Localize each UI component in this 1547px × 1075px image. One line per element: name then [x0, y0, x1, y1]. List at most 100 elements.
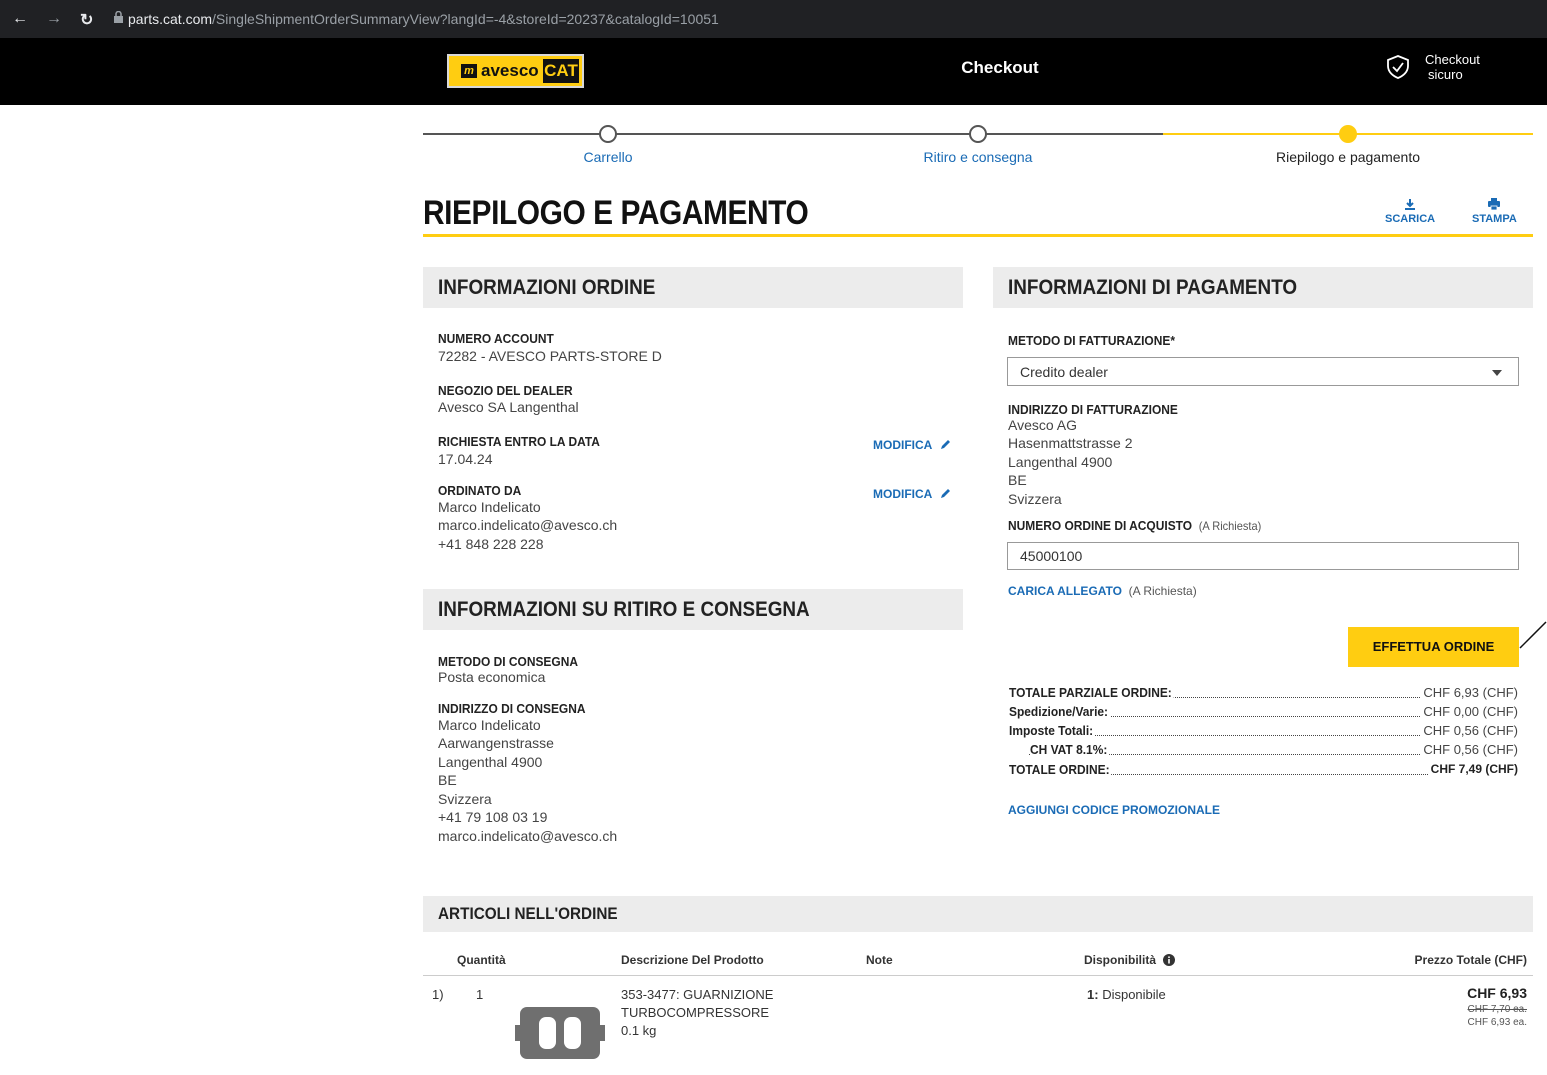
back-icon[interactable]: ← [12, 10, 28, 28]
product-name-line-2: TURBOCOMPRESSORE [621, 1005, 770, 1020]
place-order-button[interactable]: EFFETTUA ORDINE [1348, 627, 1519, 667]
date-value: 17.04.24 [438, 451, 493, 467]
step-dot-cart[interactable] [599, 125, 617, 143]
logo-text: avesco [481, 61, 539, 80]
print-button[interactable]: STAMPA [1472, 198, 1517, 225]
step-dot-delivery[interactable] [969, 125, 987, 143]
chevron-down-icon [1492, 370, 1502, 376]
totals-row-shipping: Spedizione/Varie: CHF 0,00 (CHF) [1009, 704, 1518, 720]
step-label-summary: Riepilogo e pagamento [1276, 149, 1420, 165]
account-value: 72282 - AVESCO PARTS-STORE D [438, 348, 662, 364]
attachment-optional-note: (A Richiesta) [1128, 584, 1197, 598]
print-label: STAMPA [1472, 213, 1517, 225]
step-label-delivery[interactable]: Ritiro e consegna [898, 149, 1058, 165]
totals-row-vat: CH VAT 8.1%: CHF 0,56 (CHF) [1009, 742, 1518, 758]
browser-toolbar: ← → ↻ parts.cat.com/SingleShipmentOrderS… [0, 0, 1547, 38]
logo-mark-icon: m [461, 64, 477, 78]
ordered-by-email: marco.indelicato@avesco.ch [438, 517, 618, 533]
step-dot-summary [1339, 125, 1357, 143]
pencil-icon [941, 440, 951, 449]
address-bar[interactable]: parts.cat.com/SingleShipmentOrderSummary… [128, 11, 719, 27]
billing-method-value: Credito dealer [1020, 364, 1108, 380]
totals-row-order-total: TOTALE ORDINE: CHF 7,49 (CHF) [1009, 762, 1518, 778]
totals-value: CHF 0,56 (CHF) [1420, 742, 1518, 757]
edit-date-label: MODIFICA [873, 438, 932, 452]
edit-orderer-button[interactable]: MODIFICA [873, 487, 952, 501]
totals-value: CHF 6,93 (CHF) [1420, 685, 1518, 700]
page-title: RIEPILOGO E PAGAMENTO [423, 194, 809, 232]
billing-address-label: INDIRIZZO DI FATTURAZIONE [1008, 402, 1178, 417]
totals-label: Spedizione/Varie: [1009, 704, 1110, 719]
forward-icon[interactable]: → [46, 10, 62, 28]
po-number-label: NUMERO ORDINE DI ACQUISTO (A Richiesta) [1008, 518, 1261, 533]
ordered-by-name: Marco Indelicato [438, 499, 541, 515]
items-header: ARTICOLI NELL'ORDINE [423, 896, 1533, 932]
info-icon[interactable] [1163, 954, 1176, 966]
totals-label: TOTALE ORDINE: [1009, 762, 1112, 777]
col-availability-label: Disponibilità [1084, 953, 1156, 967]
product-image[interactable] [515, 1005, 605, 1061]
totals-row-taxes: Imposte Totali: CHF 0,56 (CHF) [1009, 723, 1518, 739]
edit-orderer-label: MODIFICA [873, 487, 932, 501]
lock-icon [114, 11, 123, 23]
edit-date-button[interactable]: MODIFICA [873, 438, 952, 452]
billing-address-line-2: Hasenmattstrasse 2 [1008, 435, 1133, 451]
billing-method-select[interactable]: Credito dealer [1007, 357, 1519, 386]
totals-row-subtotal: TOTALE PARZIALE ORDINE: CHF 6,93 (CHF) [1009, 685, 1518, 701]
col-quantity: Quantità [457, 953, 506, 967]
delivery-method-value: Posta economica [438, 669, 546, 685]
availability-status: Disponibile [1102, 987, 1166, 1002]
delivery-address-line-5: Svizzera [438, 791, 492, 807]
delivery-address-line-1: Marco Indelicato [438, 717, 541, 733]
delivery-info-header: INFORMAZIONI SU RITIRO E CONSEGNA [423, 589, 963, 630]
delivery-address-line-4: BE [438, 772, 457, 788]
avesco-cat-logo[interactable]: m avesco CAT [447, 54, 584, 88]
row-index: 1) [432, 987, 444, 1002]
upload-attachment-label[interactable]: CARICA ALLEGATO [1008, 584, 1122, 598]
row-quantity: 1 [476, 987, 484, 1002]
dealer-value: Avesco SA Langenthal [438, 399, 579, 415]
po-number-input[interactable] [1007, 542, 1519, 570]
order-info-header: INFORMAZIONI ORDINE [423, 267, 963, 308]
availability: 1: Disponibile [1087, 987, 1166, 1002]
billing-address-line-5: Svizzera [1008, 491, 1062, 507]
header-title: Checkout [961, 58, 1039, 77]
download-label: SCARICA [1385, 213, 1436, 225]
add-promo-code-link[interactable]: AGGIUNGI CODICE PROMOZIONALE [1008, 803, 1220, 817]
billing-method-label: METODO DI FATTURAZIONE* [1008, 333, 1176, 348]
delivery-address-label: INDIRIZZO DI CONSEGNA [438, 701, 586, 716]
reload-icon[interactable]: ↻ [80, 10, 93, 30]
unit-price: CHF 6,93 ea. [1467, 1017, 1527, 1028]
col-total-price: Prezzo Totale (CHF) [1414, 953, 1527, 967]
totals-label: TOTALE PARZIALE ORDINE: [1009, 685, 1174, 700]
totals-value: CHF 7,49 (CHF) [1427, 762, 1518, 776]
pencil-icon [941, 489, 951, 498]
price-block: CHF 6,93 CHF 7,70 ea. CHF 6,93 ea. [1467, 985, 1527, 1028]
print-icon [1488, 198, 1501, 210]
po-number-label-text: NUMERO ORDINE DI ACQUISTO [1008, 518, 1193, 533]
product-description[interactable]: 353-3477: GUARNIZIONE TURBOCOMPRESSORE 0… [621, 986, 773, 1040]
delivery-method-label: METODO DI CONSEGNA [438, 654, 578, 669]
stepper-line-done [423, 133, 1173, 135]
ordered-by-phone: +41 848 228 228 [438, 536, 544, 552]
billing-address-line-1: Avesco AG [1008, 417, 1078, 433]
date-label: RICHIESTA ENTRO LA DATA [438, 434, 600, 449]
shield-check-icon [1387, 55, 1409, 79]
annotation-arrow-line [1519, 621, 1547, 649]
url-path: /SingleShipmentOrderSummaryView?langId=-… [212, 11, 719, 27]
payment-info-header: INFORMAZIONI DI PAGAMENTO [993, 267, 1533, 308]
payment-info-heading: INFORMAZIONI DI PAGAMENTO [1008, 276, 1298, 299]
col-description: Descrizione Del Prodotto [621, 953, 764, 967]
old-unit-price: CHF 7,70 ea. [1467, 1004, 1527, 1015]
items-heading: ARTICOLI NELL'ORDINE [438, 904, 618, 923]
download-button[interactable]: SCARICA [1385, 198, 1435, 225]
dealer-label: NEGOZIO DEL DEALER [438, 383, 573, 398]
ordered-by-label: ORDINATO DA [438, 483, 522, 498]
col-availability: Disponibilità [1084, 953, 1176, 967]
site-header: m avesco CAT Checkout Checkout sicuro [0, 38, 1547, 105]
billing-address-line-4: BE [1008, 472, 1027, 488]
step-label-cart[interactable]: Carrello [528, 149, 688, 165]
download-icon [1405, 199, 1416, 210]
upload-attachment-button[interactable]: CARICA ALLEGATO (A Richiesta) [1008, 584, 1197, 598]
logo-cat: CAT [543, 59, 579, 83]
